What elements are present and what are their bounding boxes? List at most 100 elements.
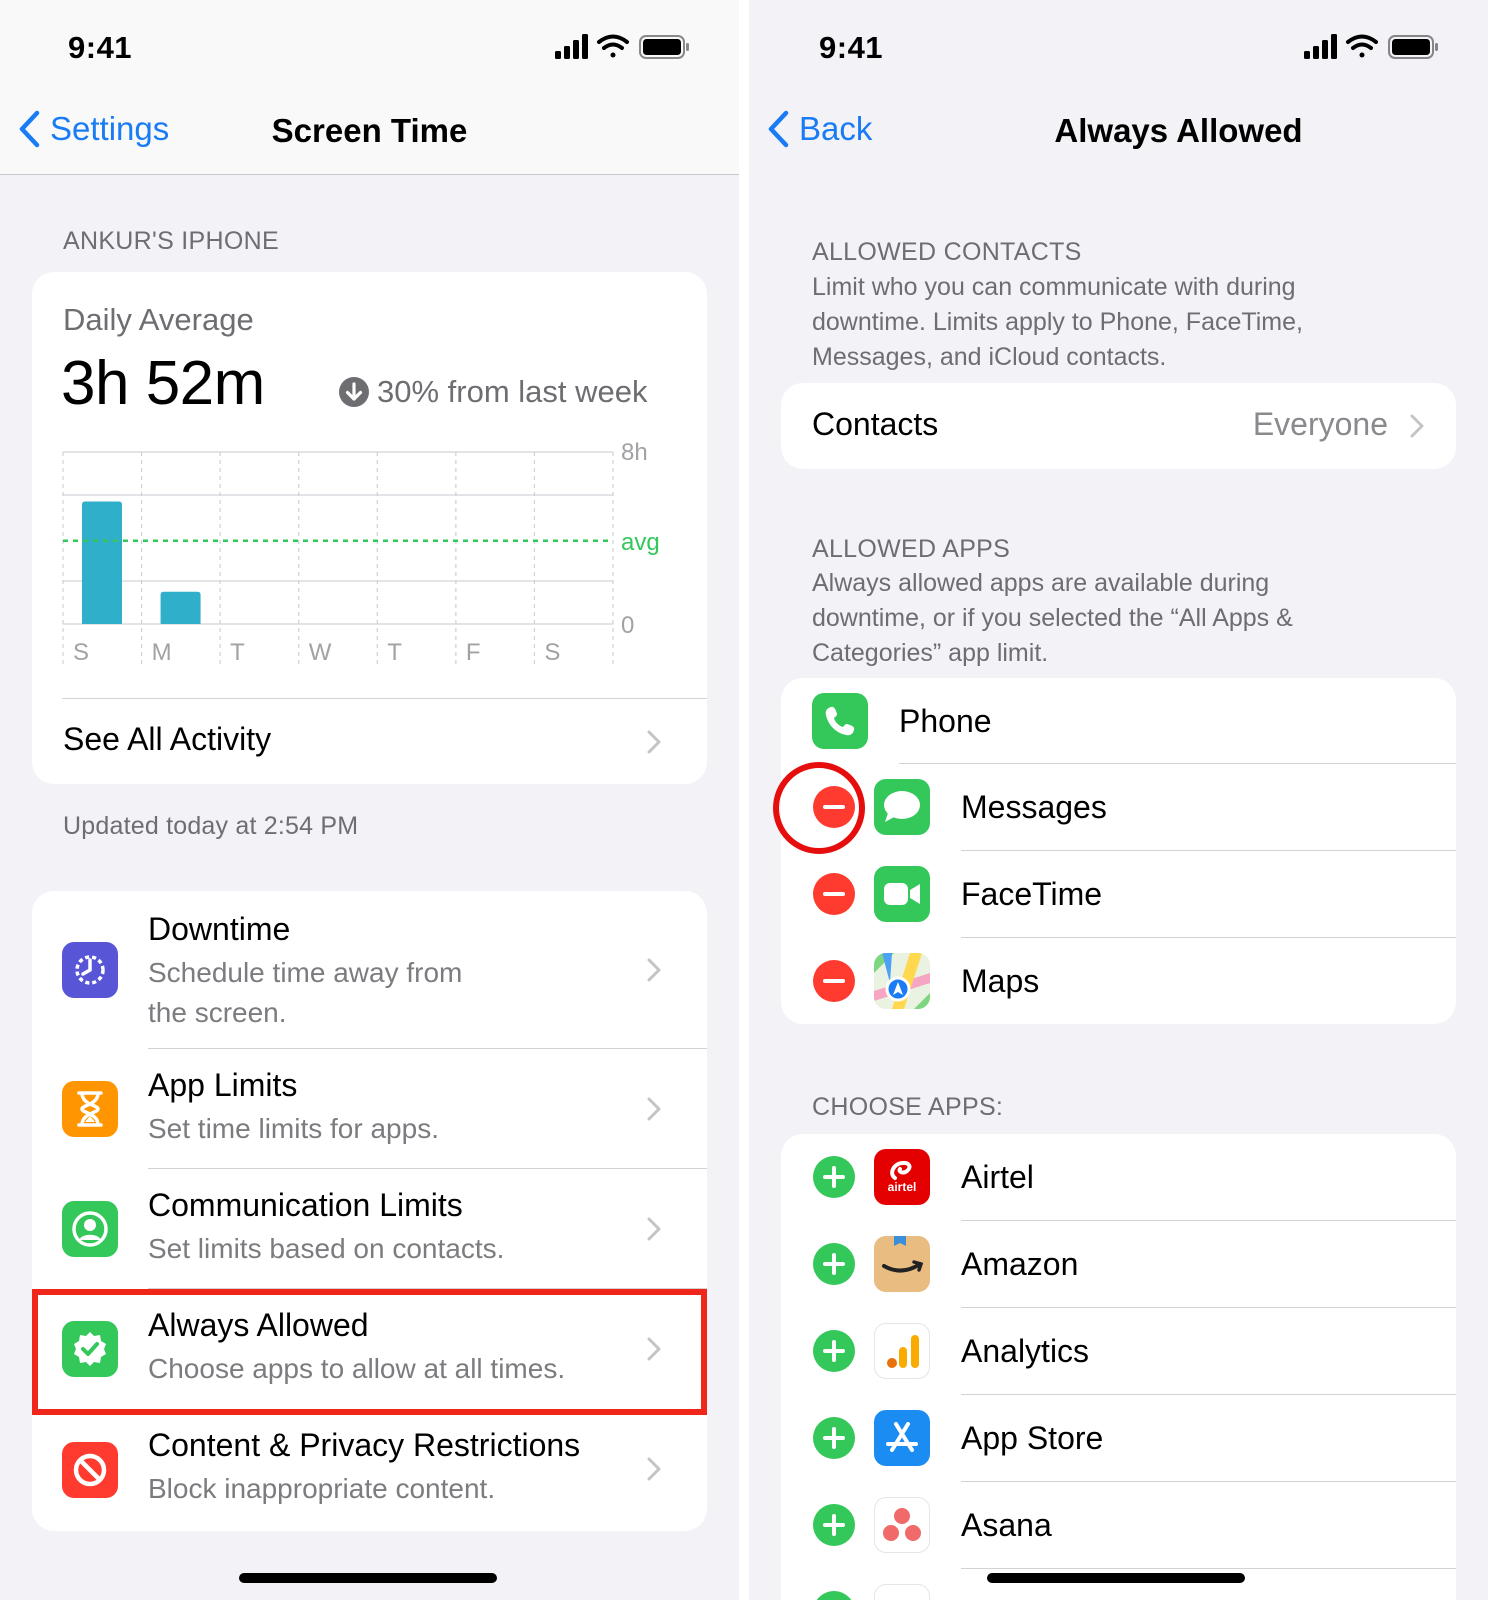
menu-item-app-limits[interactable]: App Limits Set time limits for apps. [32, 1049, 707, 1169]
app-icon [874, 1584, 930, 1600]
list-item: Messages [781, 764, 1456, 851]
x-axis-tick-label: F [466, 639, 481, 666]
see-all-activity-row[interactable]: See All Activity [32, 699, 707, 784]
screen-time-menu: Downtime Schedule time away from the scr… [32, 891, 707, 1531]
menu-item-communication-limits[interactable]: Communication Limits Set limits based on… [32, 1169, 707, 1289]
x-axis-tick-label: S [73, 639, 89, 666]
add-button[interactable] [813, 1504, 855, 1546]
messages-app-icon [874, 779, 930, 835]
screenshot-divider [739, 0, 749, 1600]
remove-button[interactable] [813, 873, 855, 915]
page-title: Always Allowed [1054, 112, 1303, 149]
daily-average-label: Daily Average [63, 302, 254, 337]
menu-item-title: Downtime [148, 911, 291, 947]
status-icons [555, 34, 691, 65]
add-button[interactable] [813, 1591, 855, 1600]
page-title: Screen Time [271, 112, 468, 149]
analytics-app-icon [874, 1323, 930, 1379]
list-item: airtel Airtel [781, 1134, 1456, 1221]
allowed-apps-list: Phone Messages FaceTime Maps [781, 678, 1456, 1024]
x-axis-tick-label: T [230, 639, 245, 666]
x-axis-tick-label: S [544, 639, 560, 666]
downtime-icon [62, 942, 118, 998]
y-axis-max-label: 8h [621, 439, 648, 466]
hourglass-icon [62, 1081, 118, 1137]
app-name: Messages [961, 789, 1107, 825]
average-label: avg [621, 529, 660, 556]
see-all-activity-label: See All Activity [63, 721, 272, 757]
airtel-app-icon: airtel [874, 1149, 930, 1205]
chevron-right-icon [647, 1217, 661, 1241]
x-axis-tick-label: M [152, 639, 172, 666]
status-time: 9:41 [68, 30, 133, 65]
wifi-icon [1346, 34, 1378, 58]
contacts-row[interactable]: Contacts Everyone [781, 383, 1456, 469]
y-axis-min-label: 0 [621, 612, 634, 639]
chart-bar [160, 591, 201, 624]
amazon-app-icon [874, 1236, 930, 1292]
app-name: Asana [961, 1507, 1052, 1543]
add-button[interactable] [813, 1417, 855, 1459]
app-name: Phone [899, 703, 992, 739]
add-button[interactable] [813, 1243, 855, 1285]
list-item: Maps [781, 938, 1456, 1024]
chevron-right-icon [647, 730, 661, 754]
phone-app-icon [812, 693, 868, 749]
battery-icon [639, 35, 689, 59]
arrow-down-circle-icon [339, 377, 369, 407]
menu-item-subtitle: Set time limits for apps. [148, 1113, 439, 1144]
choose-apps-list: airtel Airtel Amazon Analytics App Store… [781, 1134, 1456, 1600]
status-bar: 9:41 [749, 0, 1488, 92]
add-button[interactable] [813, 1156, 855, 1198]
menu-item-content-privacy[interactable]: Content & Privacy Restrictions Block ina… [32, 1409, 707, 1531]
allowed-contacts-header: ALLOWED CONTACTS [812, 238, 1082, 266]
app-name: App Store [961, 1420, 1104, 1456]
choose-apps-header: CHOOSE APPS: [812, 1093, 1004, 1121]
daily-average-value: 3h 52m [61, 349, 265, 418]
menu-item-subtitle: Set limits based on contacts. [148, 1233, 505, 1264]
airtel-logo [890, 1160, 912, 1180]
list-item: Analytics [781, 1308, 1456, 1395]
highlight-box [32, 1289, 707, 1415]
menu-item-downtime[interactable]: Downtime Schedule time away from the scr… [32, 891, 707, 1049]
cellular-signal-icon [555, 34, 588, 59]
always-allowed-screen: 9:41 Back Always Allowed ALLOWED CONTACT… [749, 0, 1488, 1600]
menu-item-title: App Limits [148, 1067, 298, 1103]
add-button[interactable] [813, 1330, 855, 1372]
app-name: Analytics [961, 1333, 1090, 1369]
list-item: App Store [781, 1395, 1456, 1482]
navigation-bar: Back Always Allowed [749, 92, 1488, 174]
weekly-usage-chart: avg 8h 0 S M T W T F S [62, 439, 660, 666]
cellular-signal-icon [1304, 34, 1337, 59]
maps-app-icon [874, 953, 930, 1009]
chevron-left-icon [768, 110, 789, 148]
chevron-right-icon [647, 958, 661, 982]
restriction-icon [62, 1442, 118, 1498]
screen-time-screen: 9:41 Settings Screen Time ANKUR'S IPHONE… [0, 0, 739, 1600]
facetime-app-icon [874, 866, 930, 922]
status-bar: 9:41 [0, 0, 739, 92]
contact-icon [62, 1201, 118, 1257]
navigation-bar: Settings Screen Time [0, 92, 739, 174]
weekly-change: 30% from last week [339, 374, 648, 410]
app-name: Airtel [961, 1159, 1034, 1195]
menu-item-subtitle: Block inappropriate content. [148, 1473, 496, 1504]
airtel-logo-text: airtel [887, 1180, 917, 1194]
x-axis-tick-label: T [387, 639, 402, 666]
status-icons [1304, 34, 1440, 65]
app-name: Maps [961, 963, 1040, 999]
list-item: Phone [781, 678, 1456, 764]
app-name: Amazon [961, 1246, 1079, 1282]
list-item: Asana [781, 1482, 1456, 1569]
updated-timestamp: Updated today at 2:54 PM [63, 812, 359, 840]
contacts-value: Everyone [1252, 406, 1388, 442]
x-axis-tick-label: W [309, 639, 332, 666]
highlight-circle [773, 762, 865, 854]
status-time: 9:41 [819, 30, 884, 65]
allowed-contacts-description: Limit who you can communicate with durin… [812, 273, 1303, 371]
allowed-apps-description: Always allowed apps are available during… [812, 569, 1293, 667]
app-name: FaceTime [961, 876, 1103, 912]
chevron-right-icon [647, 1097, 661, 1121]
home-indicator [987, 1573, 1245, 1583]
remove-button[interactable] [813, 960, 855, 1002]
